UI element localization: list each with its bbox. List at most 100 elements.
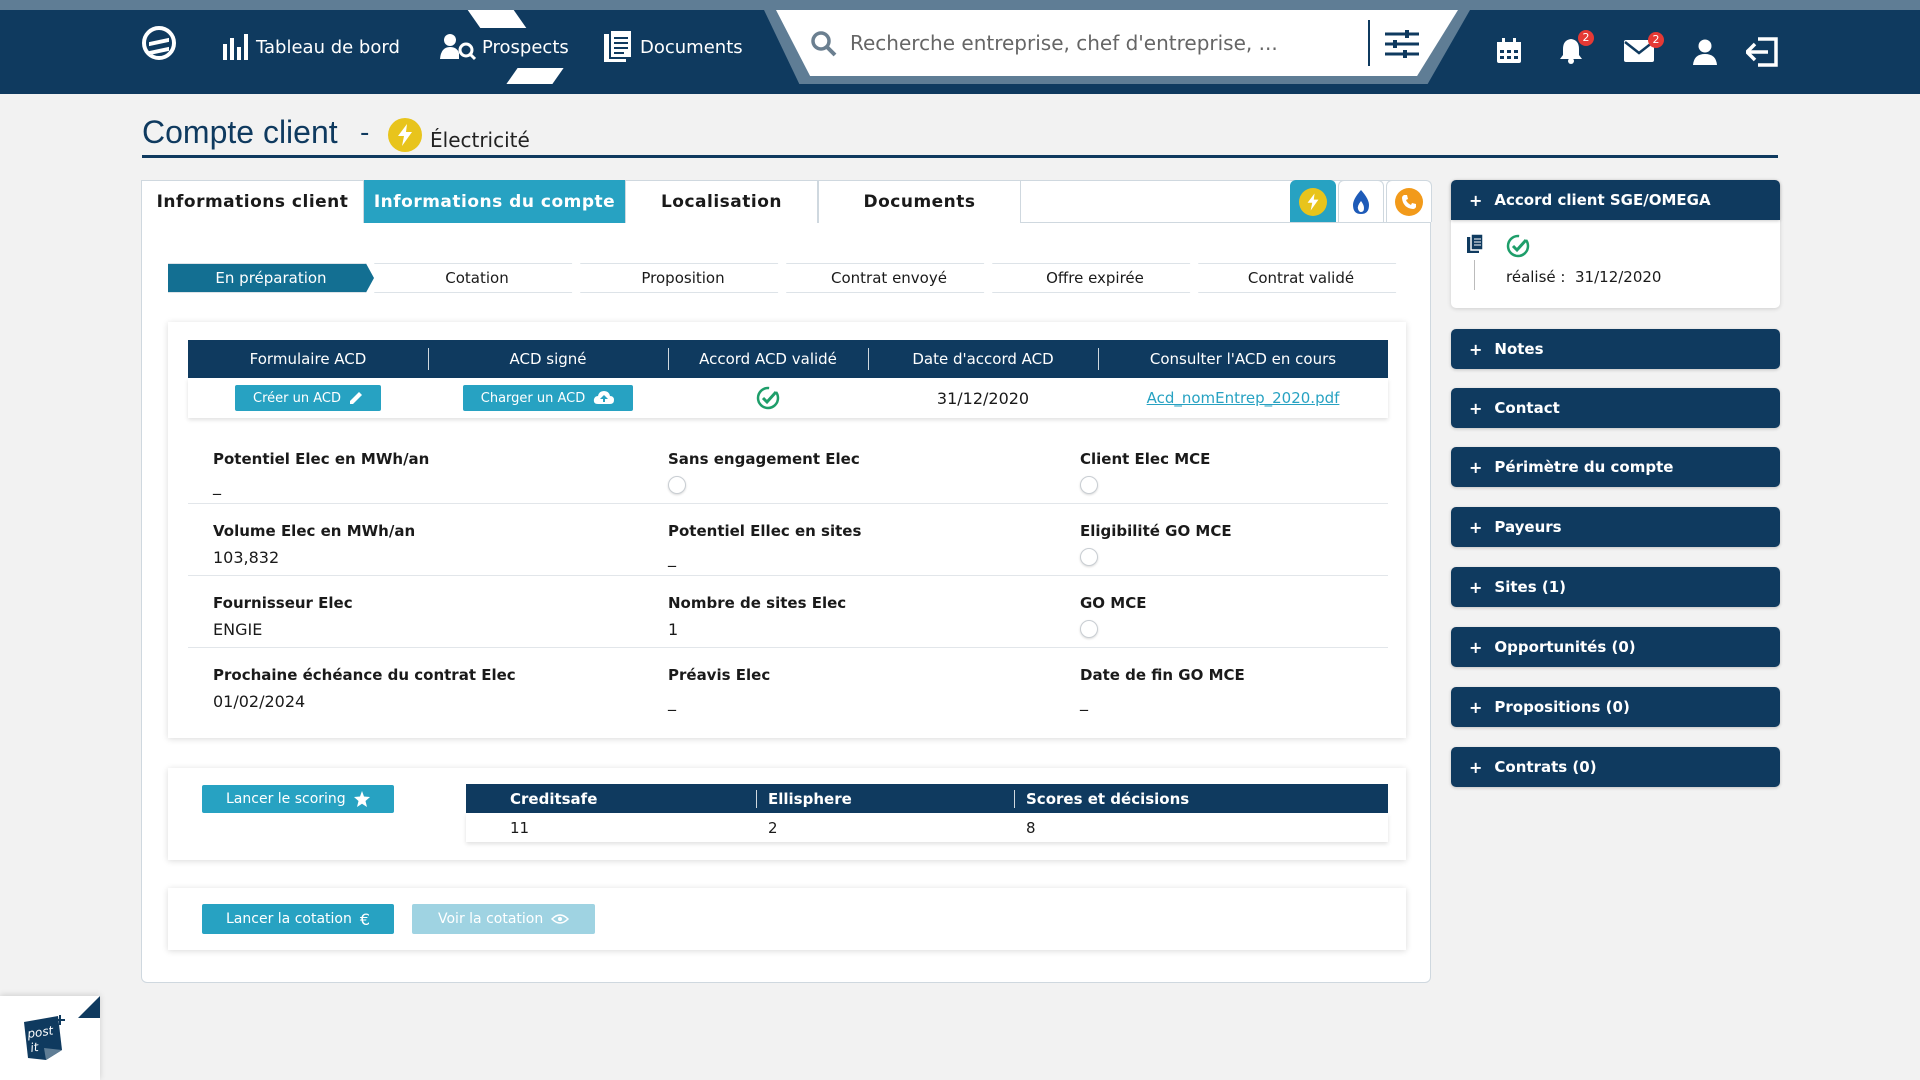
step-contrat-envoye[interactable]: Contrat envoyé bbox=[786, 263, 992, 293]
field-fin-go: Date de fin GO MCE _ bbox=[1055, 648, 1388, 720]
tab-documents[interactable]: Documents bbox=[818, 180, 1021, 223]
field-row: Potentiel Elec en MWh/an _ Sans engageme… bbox=[188, 432, 1388, 504]
upload-acd-button[interactable]: Charger un ACD bbox=[462, 385, 634, 411]
scoring-table-header: Creditsafe Ellisphere Scores et décision… bbox=[466, 784, 1388, 813]
field-label: Sans engagement Elec bbox=[668, 450, 860, 468]
field-label: Fournisseur Elec bbox=[213, 594, 353, 612]
step-cotation[interactable]: Cotation bbox=[374, 263, 580, 293]
field-value: 1 bbox=[668, 620, 679, 639]
tab-localisation[interactable]: Localisation bbox=[625, 180, 818, 223]
sans-engagement-radio[interactable] bbox=[668, 476, 686, 494]
create-acd-button[interactable]: Créer un ACD bbox=[235, 385, 381, 411]
step-offre-expiree[interactable]: Offre expirée bbox=[992, 263, 1198, 293]
calendar-icon[interactable] bbox=[1496, 38, 1522, 64]
accord-timeline-line bbox=[1474, 260, 1475, 290]
panel-perimetre-label: Périmètre du compte bbox=[1494, 458, 1674, 476]
plus-icon: + bbox=[1469, 339, 1483, 359]
view-cotation-button[interactable]: Voir la cotation bbox=[412, 904, 596, 934]
panel-sites[interactable]: + Sites (1) bbox=[1451, 567, 1780, 607]
filter-sliders-icon[interactable] bbox=[1385, 30, 1419, 58]
lightning-icon bbox=[1299, 187, 1327, 216]
star-icon bbox=[353, 791, 370, 807]
client-mce-radio[interactable] bbox=[1080, 476, 1098, 494]
panel-perimetre[interactable]: + Périmètre du compte bbox=[1451, 447, 1780, 487]
panel-contact[interactable]: + Contact bbox=[1451, 388, 1780, 428]
accord-panel-title: Accord client SGE/OMEGA bbox=[1494, 191, 1711, 209]
field-label: Prochaine échéance du contrat Elec bbox=[213, 666, 516, 684]
check-circle-icon bbox=[756, 386, 780, 410]
bar-chart-icon bbox=[223, 34, 248, 60]
notifications-button[interactable]: 2 bbox=[1558, 30, 1594, 64]
plus-icon: + bbox=[1469, 697, 1483, 717]
panel-payeurs[interactable]: + Payeurs bbox=[1451, 507, 1780, 547]
field-sans-engagement: Sans engagement Elec bbox=[643, 432, 1055, 503]
energy-tab-gas[interactable] bbox=[1338, 180, 1384, 222]
acd-col-formulaire: Formulaire ACD bbox=[249, 350, 367, 368]
step-en-preparation[interactable]: En préparation bbox=[168, 263, 374, 293]
field-value: _ bbox=[668, 548, 676, 567]
panel-notes-label: Notes bbox=[1494, 340, 1544, 358]
lightning-icon bbox=[398, 124, 412, 146]
nav-documents-label: Documents bbox=[640, 36, 743, 58]
field-preavis: Préavis Elec _ bbox=[643, 648, 1055, 720]
app-logo-icon[interactable] bbox=[142, 26, 176, 60]
acd-table: Formulaire ACD ACD signé Accord ACD vali… bbox=[188, 340, 1388, 418]
panel-sites-label: Sites (1) bbox=[1494, 578, 1566, 596]
notifications-badge: 2 bbox=[1578, 30, 1594, 46]
workflow-steps: En préparation Cotation Proposition Cont… bbox=[168, 263, 1404, 293]
electricity-badge bbox=[388, 118, 422, 152]
panel-contact-label: Contact bbox=[1494, 399, 1560, 417]
energy-tab-telecom[interactable] bbox=[1386, 180, 1432, 222]
euro-icon: € bbox=[359, 909, 371, 929]
panel-notes[interactable]: + Notes bbox=[1451, 329, 1780, 369]
messages-button[interactable]: 2 bbox=[1624, 32, 1664, 64]
nav-documents[interactable]: Documents bbox=[602, 30, 743, 64]
user-profile-icon[interactable] bbox=[1692, 39, 1718, 65]
search-icon[interactable] bbox=[810, 30, 838, 58]
field-value: _ bbox=[1080, 692, 1088, 711]
field-value: 01/02/2024 bbox=[213, 692, 306, 711]
field-label: Potentiel Elec en MWh/an bbox=[213, 450, 430, 468]
launch-scoring-button[interactable]: Lancer le scoring bbox=[202, 785, 394, 813]
step-contrat-valide[interactable]: Contrat validé bbox=[1198, 263, 1404, 293]
field-client-mce: Client Elec MCE bbox=[1055, 432, 1388, 503]
acd-cell-date: 31/12/2020 bbox=[936, 388, 1030, 408]
nav-dashboard[interactable]: Tableau de bord bbox=[222, 30, 400, 64]
field-value: _ bbox=[668, 692, 676, 711]
acd-table-header: Formulaire ACD ACD signé Accord ACD vali… bbox=[188, 340, 1388, 378]
postit-icon[interactable]: post it bbox=[20, 1014, 70, 1066]
score-decisions: 8 bbox=[1026, 818, 1036, 837]
nav-dashboard-label: Tableau de bord bbox=[256, 36, 400, 58]
document-icon bbox=[1467, 234, 1484, 253]
energy-tab-electricity[interactable] bbox=[1290, 180, 1336, 222]
acd-cell-signe: Charger un ACD bbox=[428, 378, 668, 418]
nav-prospects-label: Prospects bbox=[482, 36, 569, 58]
panel-propositions[interactable]: + Propositions (0) bbox=[1451, 687, 1780, 727]
tab-informations-compte[interactable]: Informations du compte bbox=[364, 180, 625, 223]
panel-contrats[interactable]: + Contrats (0) bbox=[1451, 747, 1780, 787]
phone-icon bbox=[1395, 187, 1423, 216]
panel-propositions-label: Propositions (0) bbox=[1494, 698, 1630, 716]
search-input[interactable] bbox=[850, 26, 1350, 60]
eligibilite-go-radio[interactable] bbox=[1080, 548, 1098, 566]
field-value: ENGIE bbox=[213, 620, 263, 639]
account-tabs: Informations client Informations du comp… bbox=[141, 180, 1021, 223]
go-mce-radio[interactable] bbox=[1080, 620, 1098, 638]
nav-prospects[interactable]: Prospects bbox=[440, 30, 569, 64]
field-row: Fournisseur Elec ENGIE Nombre de sites E… bbox=[188, 576, 1388, 648]
elec-fields: Potentiel Elec en MWh/an _ Sans engageme… bbox=[188, 432, 1388, 720]
eye-icon bbox=[551, 914, 570, 924]
view-cotation-label: Voir la cotation bbox=[438, 911, 544, 927]
step-proposition[interactable]: Proposition bbox=[580, 263, 786, 293]
tab-informations-client[interactable]: Informations client bbox=[141, 180, 364, 223]
field-fournisseur: Fournisseur Elec ENGIE bbox=[188, 576, 643, 647]
launch-cotation-label: Lancer la cotation bbox=[226, 911, 352, 927]
logout-icon[interactable] bbox=[1746, 37, 1778, 67]
launch-cotation-button[interactable]: Lancer la cotation € bbox=[202, 904, 395, 934]
accord-panel-header[interactable]: + Accord client SGE/OMEGA bbox=[1451, 180, 1780, 220]
user-search-icon bbox=[440, 34, 476, 61]
create-acd-label: Créer un ACD bbox=[253, 390, 341, 406]
acd-file-link[interactable]: Acd_nomEntrep_2020.pdf bbox=[1147, 389, 1340, 407]
field-value: 103,832 bbox=[213, 548, 280, 567]
panel-opportunites[interactable]: + Opportunités (0) bbox=[1451, 627, 1780, 667]
